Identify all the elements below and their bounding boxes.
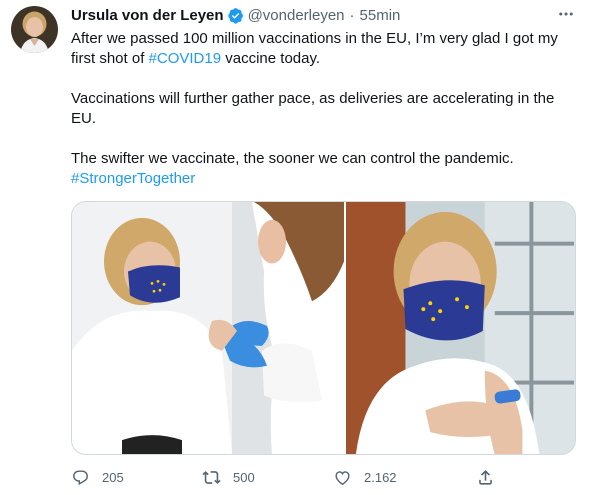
more-dots-icon xyxy=(559,12,573,16)
tweet-paragraph-2: Vaccinations will further gather pace, a… xyxy=(71,90,555,127)
like-count: 2.162 xyxy=(364,469,397,485)
photo-vaccination[interactable] xyxy=(72,202,344,454)
retweet-icon xyxy=(202,470,221,484)
more-options-button[interactable] xyxy=(553,4,579,24)
verified-badge-icon xyxy=(227,7,244,24)
retweet-count: 500 xyxy=(233,469,255,485)
tweet-actions: 205 500 2.162 xyxy=(68,464,498,490)
share-icon xyxy=(479,469,492,485)
tweet[interactable]: Ursula von der Leyen @vonderleyen · 55mi… xyxy=(0,0,598,495)
header-separator: · xyxy=(349,6,355,24)
hashtag-covid19-link[interactable]: #COVID19 xyxy=(149,50,222,67)
author-handle[interactable]: @vonderleyen xyxy=(248,7,345,24)
tweet-timestamp[interactable]: 55min xyxy=(360,7,401,24)
heart-icon xyxy=(335,470,350,485)
retweet-button[interactable]: 500 xyxy=(202,468,255,487)
hashtag-strongertogether-link[interactable]: #StrongerTogether xyxy=(71,170,195,187)
tweet-header: Ursula von der Leyen @vonderleyen · 55mi… xyxy=(71,5,400,25)
photo-bandage-arm[interactable] xyxy=(346,202,575,454)
tweet-paragraph-3: The swifter we vaccinate, the sooner we … xyxy=(71,149,576,189)
author-avatar[interactable] xyxy=(11,6,58,53)
reply-button[interactable]: 205 xyxy=(71,468,124,487)
paragraph-1-text-end: vaccine today. xyxy=(221,50,321,67)
reply-icon xyxy=(73,469,88,485)
author-display-name[interactable]: Ursula von der Leyen xyxy=(71,7,224,24)
reply-count: 205 xyxy=(102,469,124,485)
tweet-text: After we passed 100 million vaccinations… xyxy=(71,29,576,189)
tweet-media xyxy=(71,201,576,455)
share-button[interactable] xyxy=(476,468,495,487)
like-button[interactable]: 2.162 xyxy=(333,468,397,487)
paragraph-3-text: The swifter we vaccinate, the sooner we … xyxy=(71,150,514,167)
tweet-paragraph-1: After we passed 100 million vaccinations… xyxy=(71,29,576,69)
